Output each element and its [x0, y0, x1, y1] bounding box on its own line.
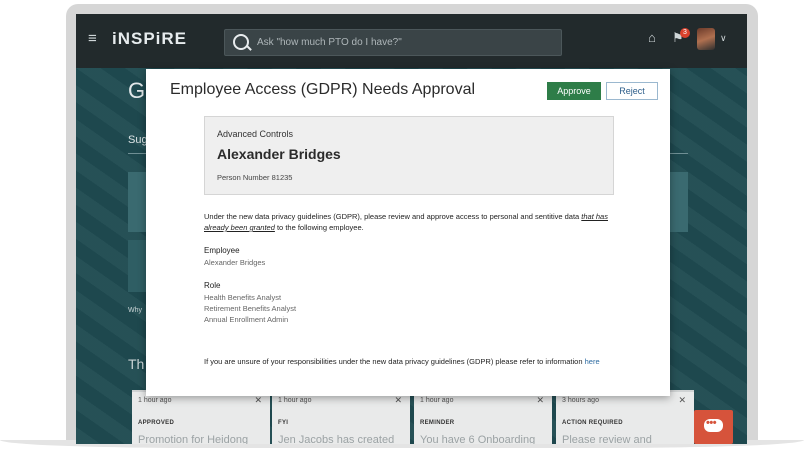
background-tile[interactable]: [668, 172, 688, 232]
approval-modal: Employee Access (GDPR) Needs Approval Ap…: [146, 69, 670, 396]
hamburger-icon[interactable]: ≡: [88, 30, 97, 47]
employee-value: Alexander Bridges: [204, 258, 266, 267]
close-icon[interactable]: ✕: [254, 395, 262, 406]
description-text-end: to the following employee.: [274, 223, 364, 232]
app-screen: G Sug Why Th ≡ iNSPiRE ⌂ ⚑ 3 ∨ 1 hour ag…: [76, 14, 747, 444]
card-time: 3 hours ago: [562, 397, 599, 404]
brand-logo[interactable]: iNSPiRE: [112, 29, 187, 49]
description-text: Under the new data privacy guidelines (G…: [204, 212, 582, 221]
approve-button[interactable]: Approve: [547, 82, 601, 100]
role-item: Annual Enrollment Admin: [204, 315, 289, 324]
notification-card[interactable]: 1 hour ago ✕ REMINDER You have 6 Onboard…: [414, 390, 552, 444]
card-tag: ACTION REQUIRED: [562, 420, 623, 426]
card-text: Please review and: [562, 434, 652, 444]
background-tab[interactable]: Sug: [128, 134, 148, 146]
notification-card[interactable]: 1 hour ago ✕ APPROVED Promotion for Heid…: [132, 390, 270, 444]
notification-card[interactable]: 3 hours ago ✕ ACTION REQUIRED Please rev…: [556, 390, 694, 444]
employee-label: Employee: [204, 246, 240, 255]
here-link[interactable]: here: [585, 357, 600, 366]
chat-icon: [704, 417, 723, 432]
notification-badge: 3: [680, 28, 690, 38]
card-tag: FYI: [278, 420, 289, 426]
background-tile[interactable]: [128, 240, 146, 292]
search-icon: [233, 34, 249, 50]
search-input[interactable]: [257, 34, 547, 51]
card-tag: APPROVED: [138, 420, 175, 426]
notification-card[interactable]: 1 hour ago ✕ FYI Jen Jacobs has created: [272, 390, 410, 444]
role-item: Retirement Benefits Analyst: [204, 304, 297, 313]
search-bar[interactable]: [224, 29, 562, 56]
card-text: Jen Jacobs has created: [278, 434, 395, 444]
person-subtitle: Advanced Controls: [217, 129, 294, 139]
reject-button[interactable]: Reject: [606, 82, 658, 100]
close-icon[interactable]: ✕: [536, 395, 544, 406]
card-time: 1 hour ago: [138, 397, 172, 404]
chevron-down-icon[interactable]: ∨: [720, 33, 727, 44]
modal-title: Employee Access (GDPR) Needs Approval: [170, 81, 476, 98]
card-time: 1 hour ago: [278, 397, 312, 404]
role-label: Role: [204, 281, 221, 290]
card-time: 1 hour ago: [420, 397, 454, 404]
card-text: Promotion for Heidong: [138, 434, 249, 444]
avatar[interactable]: [697, 28, 715, 50]
chat-button[interactable]: [694, 410, 733, 444]
footnote: If you are unsure of your responsibiliti…: [204, 356, 624, 367]
person-number: Person Number 81235: [217, 173, 293, 182]
person-summary: Advanced Controls Alexander Bridges Pers…: [204, 116, 614, 195]
home-icon[interactable]: ⌂: [648, 31, 659, 44]
footnote-text: If you are unsure of your responsibiliti…: [204, 357, 585, 366]
background-why-text: Why: [128, 307, 142, 314]
role-item: Health Benefits Analyst: [204, 293, 282, 302]
close-icon[interactable]: ✕: [678, 395, 686, 406]
background-section-heading: Th: [128, 356, 145, 372]
card-text: You have 6 Onboarding: [420, 434, 536, 444]
close-icon[interactable]: ✕: [394, 395, 402, 406]
background-tile[interactable]: [128, 172, 146, 232]
approval-description: Under the new data privacy guidelines (G…: [204, 211, 624, 233]
top-bar: ≡ iNSPiRE ⌂ ⚑ 3 ∨: [76, 14, 747, 68]
person-name: Alexander Bridges: [217, 146, 341, 162]
card-tag: REMINDER: [420, 420, 455, 426]
background-page-title: G: [128, 78, 146, 103]
